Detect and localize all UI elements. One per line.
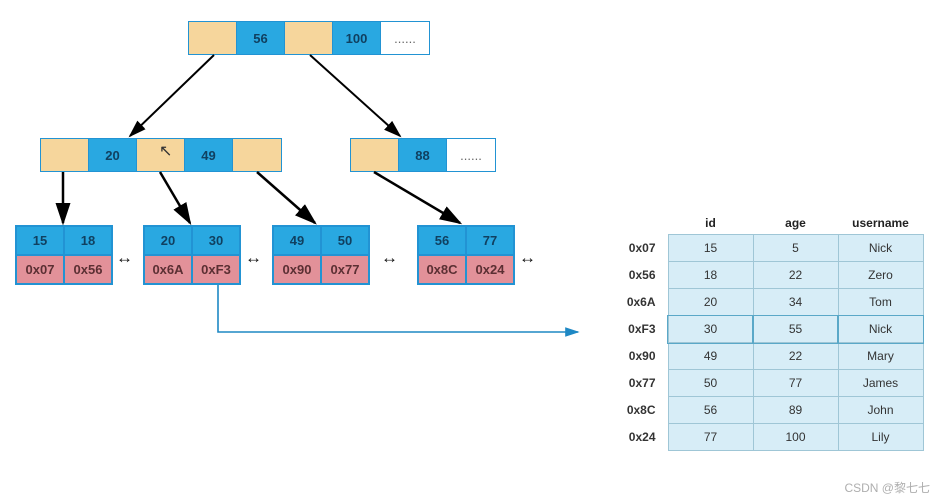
cell-id: 18 <box>668 262 753 289</box>
cell-age: 100 <box>753 424 838 451</box>
cell-id: 77 <box>668 424 753 451</box>
cell-user: Nick <box>838 235 923 262</box>
inner1-key-0: 20 <box>89 139 137 171</box>
btree-root-node: 56 100 ...... <box>188 21 430 55</box>
cell-user: Zero <box>838 262 923 289</box>
row-addr: 0x56 <box>583 262 668 289</box>
cell-id: 30 <box>668 316 753 343</box>
cell-id: 20 <box>668 289 753 316</box>
row-addr: 0xF3 <box>583 316 668 343</box>
root-ptr-0 <box>189 22 237 54</box>
leaf1-key-0: 20 <box>144 226 192 255</box>
row-addr: 0x07 <box>583 235 668 262</box>
leaf3-ptr-1: 0x24 <box>466 255 514 284</box>
cell-age: 22 <box>753 343 838 370</box>
row-addr: 0x77 <box>583 370 668 397</box>
cell-user: Tom <box>838 289 923 316</box>
cell-user: Mary <box>838 343 923 370</box>
cell-age: 34 <box>753 289 838 316</box>
leaf-link-icon: ↔ <box>519 248 536 268</box>
root-more: ...... <box>381 22 429 54</box>
cell-age: 77 <box>753 370 838 397</box>
watermark: CSDN @黎七七 <box>844 479 930 496</box>
row-addr: 0x8C <box>583 397 668 424</box>
root-ptr-1 <box>285 22 333 54</box>
table-header-row: id age username <box>583 210 923 235</box>
leaf1-ptr-0: 0x6A <box>144 255 192 284</box>
table-row: 0x07 15 5 Nick <box>583 235 923 262</box>
row-addr: 0x90 <box>583 343 668 370</box>
leaf1-ptr-1: 0xF3 <box>192 255 240 284</box>
leaf0-ptr-1: 0x56 <box>64 255 112 284</box>
row-addr: 0x24 <box>583 424 668 451</box>
leaf0-key-1: 18 <box>64 226 112 255</box>
row-addr: 0x6A <box>583 289 668 316</box>
leaf2-key-1: 50 <box>321 226 369 255</box>
table-row: 0x56 18 22 Zero <box>583 262 923 289</box>
table-row: 0x77 50 77 James <box>583 370 923 397</box>
leaf2-ptr-1: 0x77 <box>321 255 369 284</box>
mouse-cursor-icon: ↖ <box>159 141 172 161</box>
leaf3-key-1: 77 <box>466 226 514 255</box>
leaf3-ptr-0: 0x8C <box>418 255 466 284</box>
inner2-ptr-0 <box>351 139 399 171</box>
cell-age: 22 <box>753 262 838 289</box>
btree-inner-node-2: 88 ...... <box>350 138 496 172</box>
leaf3-key-0: 56 <box>418 226 466 255</box>
cell-user: Lily <box>838 424 923 451</box>
leaf-link-icon: ↔ <box>116 248 133 268</box>
cell-age: 5 <box>753 235 838 262</box>
btree-leaf-1: 20 30 0x6A 0xF3 <box>143 225 241 285</box>
leaf2-key-0: 49 <box>273 226 321 255</box>
cell-age: 55 <box>753 316 838 343</box>
inner1-key-1: 49 <box>185 139 233 171</box>
btree-leaf-0: 15 18 0x07 0x56 <box>15 225 113 285</box>
inner2-more: ...... <box>447 139 495 171</box>
cell-user: Nick <box>838 316 923 343</box>
root-key-1: 100 <box>333 22 381 54</box>
cell-user: John <box>838 397 923 424</box>
inner1-ptr-0 <box>41 139 89 171</box>
table-row: 0x24 77 100 Lily <box>583 424 923 451</box>
col-id: id <box>668 210 753 235</box>
cell-age: 89 <box>753 397 838 424</box>
table-row: 0x90 49 22 Mary <box>583 343 923 370</box>
col-age: age <box>753 210 838 235</box>
root-key-0: 56 <box>237 22 285 54</box>
col-username: username <box>838 210 923 235</box>
table-row-highlighted: 0xF3 30 55 Nick <box>583 316 923 343</box>
leaf2-ptr-0: 0x90 <box>273 255 321 284</box>
leaf-link-icon: ↔ <box>245 248 262 268</box>
leaf1-key-1: 30 <box>192 226 240 255</box>
cell-id: 56 <box>668 397 753 424</box>
table-row: 0x6A 20 34 Tom <box>583 289 923 316</box>
data-table: id age username 0x07 15 5 Nick 0x56 18 2… <box>583 210 924 451</box>
cell-id: 15 <box>668 235 753 262</box>
cell-user: James <box>838 370 923 397</box>
btree-leaf-3: 56 77 0x8C 0x24 <box>417 225 515 285</box>
btree-leaf-2: 49 50 0x90 0x77 <box>272 225 370 285</box>
leaf0-key-0: 15 <box>16 226 64 255</box>
table-row: 0x8C 56 89 John <box>583 397 923 424</box>
leaf0-ptr-0: 0x07 <box>16 255 64 284</box>
inner2-key-0: 88 <box>399 139 447 171</box>
cell-id: 50 <box>668 370 753 397</box>
cell-id: 49 <box>668 343 753 370</box>
leaf-link-icon: ↔ <box>381 248 398 268</box>
inner1-ptr-2 <box>233 139 281 171</box>
